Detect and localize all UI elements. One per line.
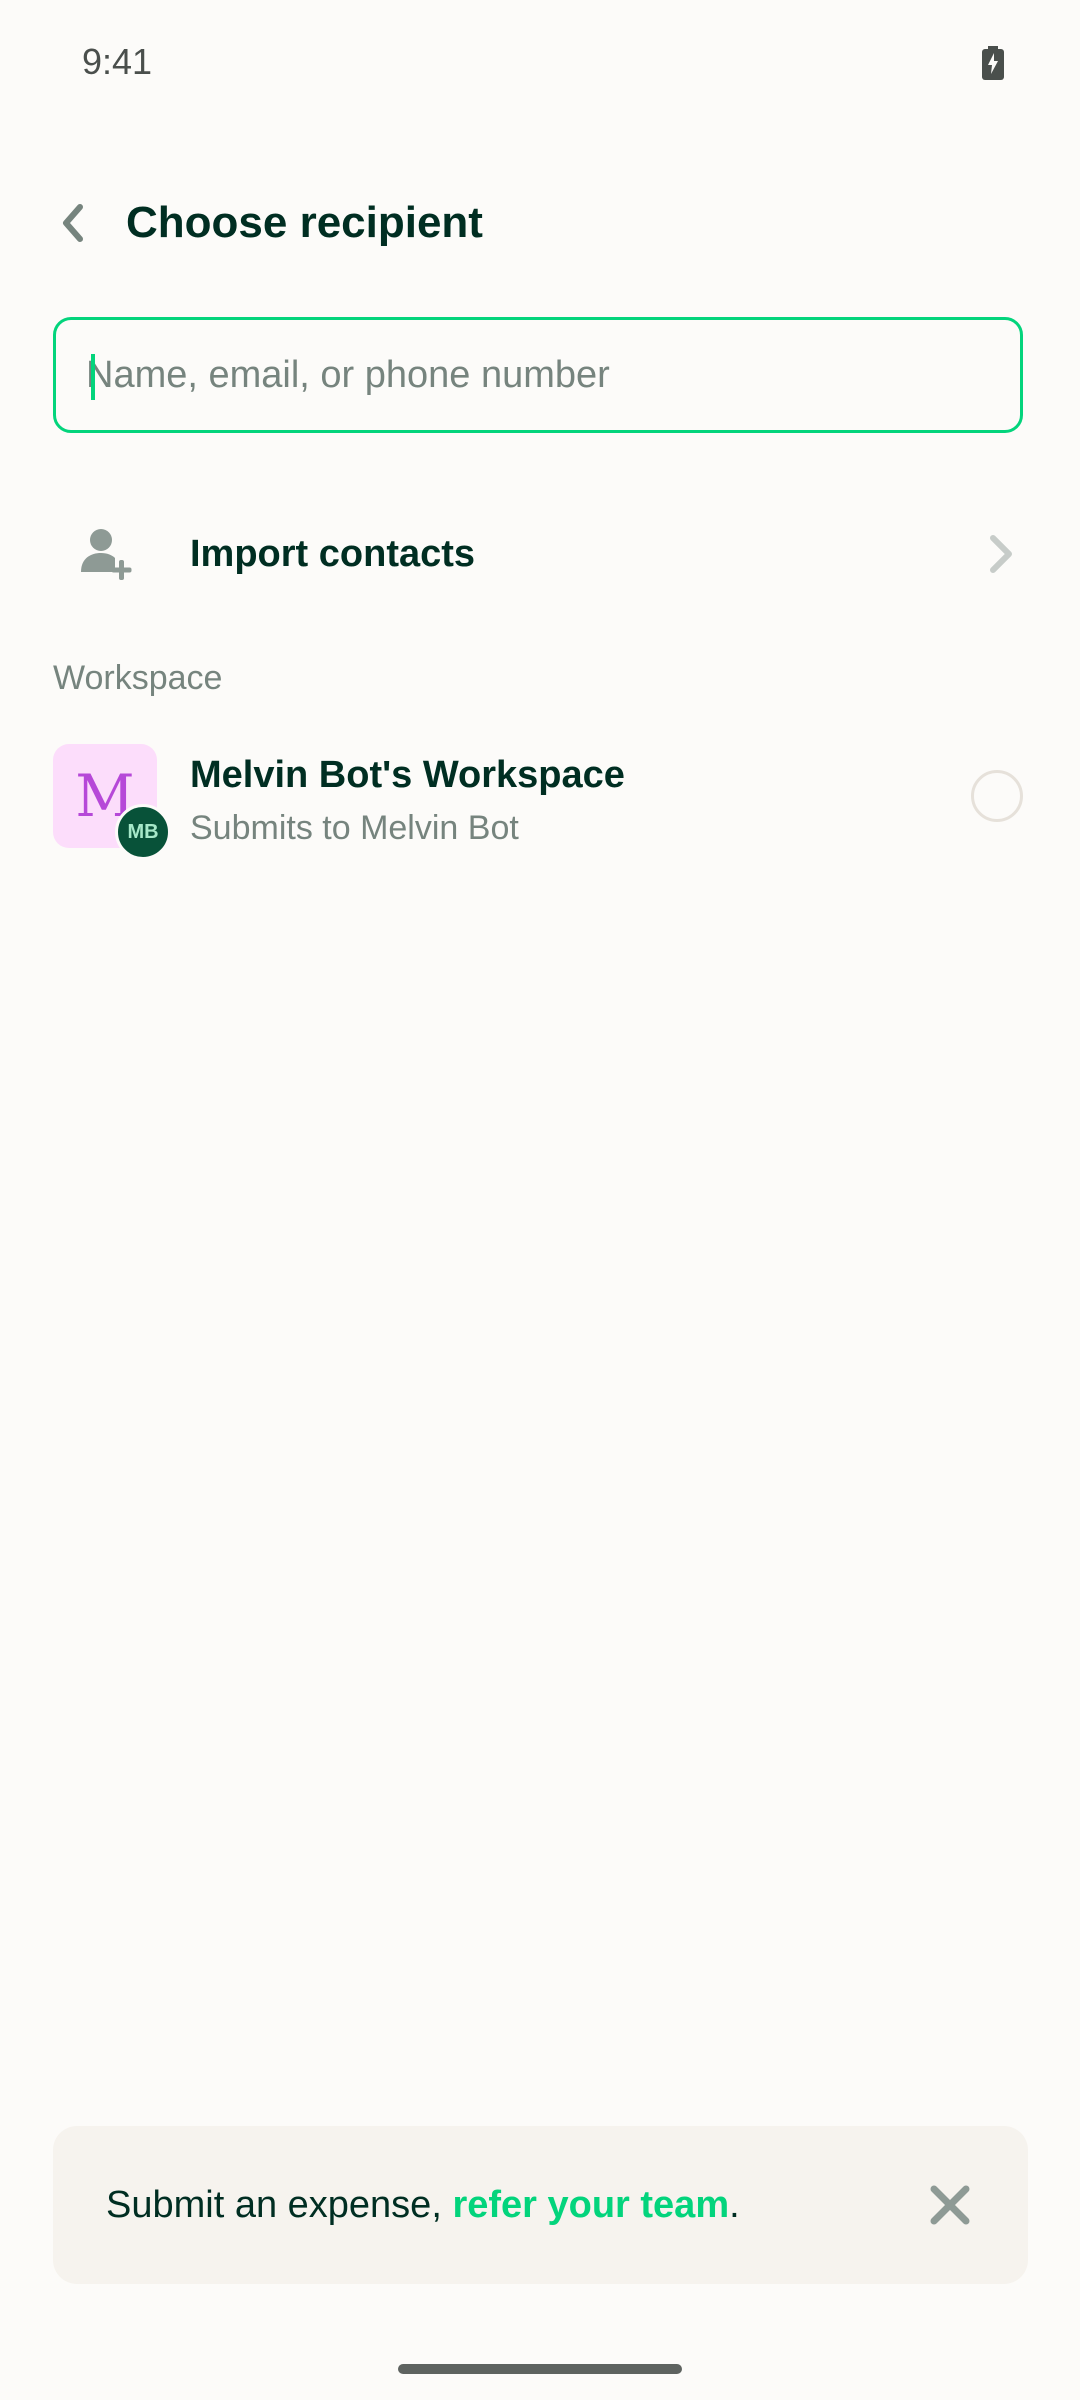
home-indicator[interactable] [398,2364,682,2374]
text-cursor [91,354,95,400]
back-button[interactable] [40,190,106,256]
workspace-list-item[interactable]: M MB Melvin Bot's Workspace Submits to M… [53,740,1028,860]
status-bar-time: 9:41 [82,41,153,82]
page-title: Choose recipient [126,198,483,247]
battery-charging-icon [982,46,1004,80]
refer-team-link[interactable]: refer your team [452,2184,729,2226]
banner-text-suffix: . [729,2184,740,2226]
import-contacts-row[interactable]: Import contacts [53,500,1028,610]
workspace-description: Submits to Melvin Bot [190,809,519,847]
workspace-name: Melvin Bot's Workspace [190,754,625,796]
search-field[interactable] [53,317,1023,433]
add-person-icon [79,526,135,582]
chevron-right-icon [983,532,1019,576]
workspace-section-label: Workspace [53,659,223,697]
search-input[interactable] [86,320,986,430]
chevron-left-icon [63,204,83,242]
import-contacts-label: Import contacts [190,533,476,575]
banner-close-button[interactable] [921,2176,979,2234]
banner-message: Submit an expense, refer your team. [106,2180,740,2230]
workspace-select-radio[interactable] [971,770,1023,822]
owner-avatar: MB [115,804,171,860]
banner-text-prefix: Submit an expense, [106,2184,453,2226]
close-icon [930,2185,970,2225]
referral-banner: Submit an expense, refer your team. [53,2126,1028,2284]
